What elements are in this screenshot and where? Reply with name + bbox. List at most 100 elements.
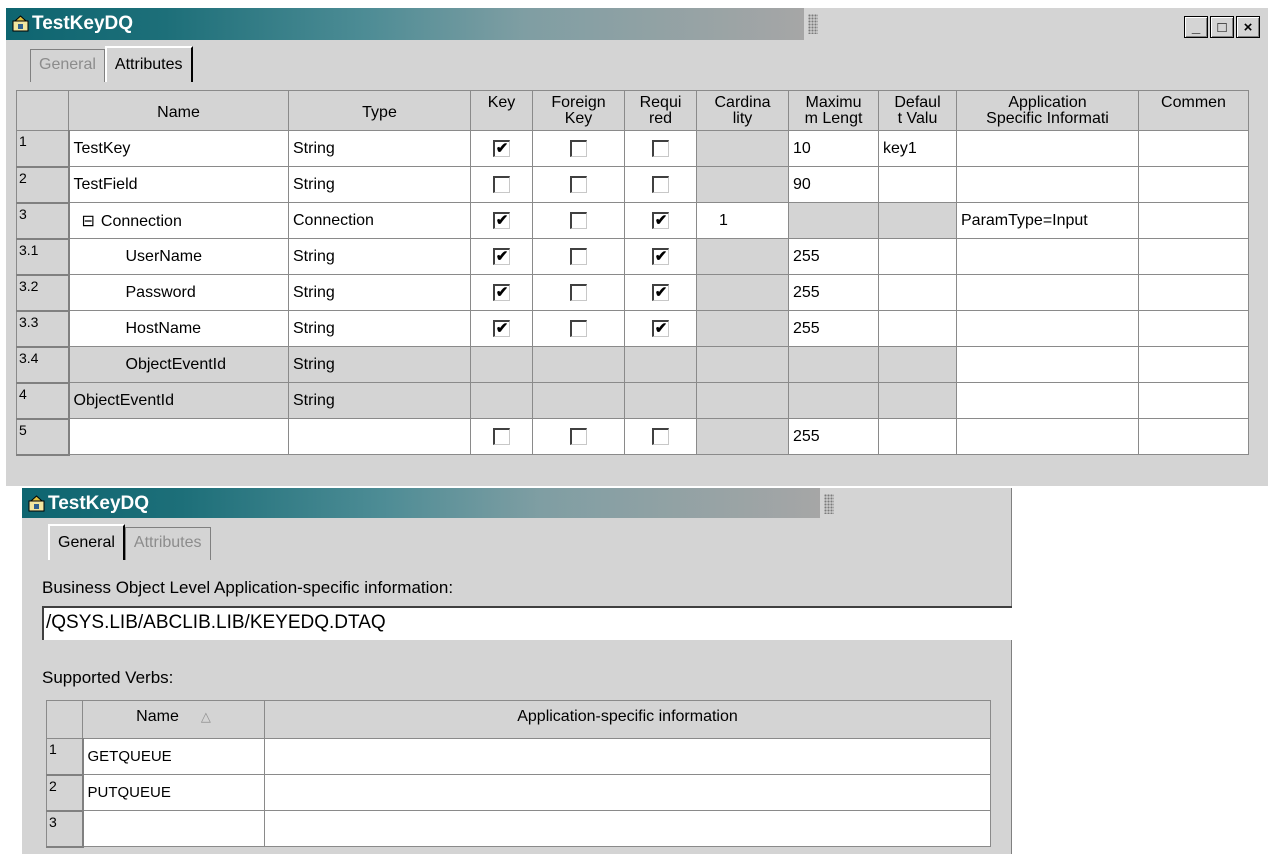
row-number[interactable]: 3 (16, 202, 70, 240)
comment-cell[interactable] (1138, 130, 1249, 167)
max-length-cell[interactable]: 255 (788, 418, 879, 455)
close-button[interactable]: × (1236, 16, 1260, 38)
column-header[interactable]: Key (470, 90, 533, 131)
verb-name-cell[interactable]: GETQUEUE (82, 738, 265, 775)
max-length-cell[interactable]: 255 (788, 238, 879, 275)
attribute-name-cell[interactable] (68, 418, 289, 455)
verb-name-cell[interactable]: PUTQUEUE (82, 774, 265, 811)
attribute-name-cell[interactable]: UserName (68, 238, 289, 275)
column-header[interactable]: Requi red (624, 90, 697, 131)
row-number[interactable]: 2 (46, 774, 84, 812)
comment-cell[interactable] (1138, 310, 1249, 347)
column-header[interactable]: Cardina lity (696, 90, 789, 131)
row-number[interactable]: 3.4 (16, 346, 70, 384)
attribute-name-cell[interactable]: ObjectEventId (68, 382, 289, 419)
minimize-button[interactable]: _ (1184, 16, 1208, 38)
app-info-cell[interactable] (956, 238, 1139, 275)
default-value-cell[interactable] (878, 418, 957, 455)
key-cell[interactable]: ✔ (470, 130, 533, 167)
attribute-type-cell[interactable]: String (288, 130, 471, 167)
foreign-key-checkbox[interactable] (570, 247, 587, 265)
key-cell[interactable]: ✔ (470, 310, 533, 347)
tab-attributes[interactable]: Attributes (124, 527, 211, 560)
maximize-button[interactable]: □ (1210, 16, 1234, 38)
required-checkbox[interactable]: ✔ (652, 247, 669, 265)
app-info-cell[interactable]: ParamType=Input (956, 202, 1139, 239)
max-length-cell[interactable]: 90 (788, 166, 879, 203)
attribute-type-cell[interactable]: String (288, 310, 471, 347)
row-number[interactable]: 5 (16, 418, 70, 456)
comment-cell[interactable] (1138, 166, 1249, 203)
tab-general[interactable]: General (30, 49, 105, 82)
verb-name-cell[interactable] (82, 810, 265, 847)
app-info-cell[interactable] (956, 418, 1139, 455)
column-header[interactable]: Defaul t Valu (878, 90, 957, 131)
required-cell[interactable] (624, 418, 697, 455)
row-number[interactable]: 2 (16, 166, 70, 204)
max-length-cell[interactable]: 10 (788, 130, 879, 167)
comment-cell[interactable] (1138, 382, 1249, 419)
foreign-key-checkbox[interactable] (570, 139, 587, 157)
column-header[interactable]: Application-specific information (264, 700, 991, 739)
required-checkbox[interactable] (652, 139, 669, 157)
column-header[interactable]: Name △ (82, 700, 265, 739)
comment-cell[interactable] (1138, 418, 1249, 455)
default-value-cell[interactable] (878, 166, 957, 203)
row-number[interactable]: 4 (16, 382, 70, 420)
required-checkbox[interactable] (652, 175, 669, 193)
attribute-type-cell[interactable]: String (288, 238, 471, 275)
app-info-cell[interactable] (956, 274, 1139, 311)
app-info-cell[interactable] (956, 130, 1139, 167)
comment-cell[interactable] (1138, 274, 1249, 311)
key-cell[interactable]: ✔ (470, 274, 533, 311)
attribute-type-cell[interactable]: String (288, 166, 471, 203)
foreign-key-cell[interactable] (532, 202, 625, 239)
attribute-type-cell[interactable]: String (288, 382, 471, 419)
tab-general[interactable]: General (48, 524, 125, 560)
title-bar[interactable]: TestKeyDQ (6, 8, 818, 40)
tab-attributes[interactable]: Attributes (104, 46, 193, 82)
attribute-name-cell[interactable]: HostName (68, 310, 289, 347)
default-value-cell[interactable] (878, 238, 957, 275)
max-length-cell[interactable]: 255 (788, 274, 879, 311)
attribute-name-cell[interactable]: ⊟ Connection (68, 202, 289, 239)
key-cell[interactable] (470, 418, 533, 455)
attribute-name-cell[interactable]: TestField (68, 166, 289, 203)
comment-cell[interactable] (1138, 202, 1249, 239)
app-info-cell[interactable] (956, 166, 1139, 203)
key-checkbox[interactable]: ✔ (493, 139, 510, 157)
foreign-key-checkbox[interactable] (570, 283, 587, 301)
foreign-key-checkbox[interactable] (570, 319, 587, 337)
required-checkbox[interactable]: ✔ (652, 319, 669, 337)
required-checkbox[interactable]: ✔ (652, 283, 669, 301)
required-checkbox[interactable]: ✔ (652, 211, 669, 229)
required-cell[interactable] (624, 166, 697, 203)
foreign-key-cell[interactable] (532, 274, 625, 311)
cardinality-cell[interactable]: 1 (696, 202, 789, 239)
comment-cell[interactable] (1138, 238, 1249, 275)
column-header[interactable]: Type (288, 90, 471, 131)
default-value-cell[interactable] (878, 310, 957, 347)
column-header[interactable]: Maximu m Lengt (788, 90, 879, 131)
key-checkbox[interactable]: ✔ (493, 211, 510, 229)
key-cell[interactable] (470, 166, 533, 203)
foreign-key-checkbox[interactable] (570, 211, 587, 229)
row-number[interactable]: 3 (46, 810, 84, 848)
attribute-type-cell[interactable]: String (288, 274, 471, 311)
foreign-key-cell[interactable] (532, 238, 625, 275)
foreign-key-cell[interactable] (532, 310, 625, 347)
required-cell[interactable]: ✔ (624, 202, 697, 239)
foreign-key-cell[interactable] (532, 166, 625, 203)
column-header[interactable]: Name (68, 90, 289, 131)
max-length-cell[interactable]: 255 (788, 310, 879, 347)
row-number[interactable]: 3.2 (16, 274, 70, 312)
foreign-key-cell[interactable] (532, 130, 625, 167)
verb-app-info-cell[interactable] (264, 774, 991, 811)
column-header[interactable]: Application Specific Informati (956, 90, 1139, 131)
verb-app-info-cell[interactable] (264, 810, 991, 847)
grid-corner[interactable] (16, 90, 69, 131)
required-cell[interactable]: ✔ (624, 274, 697, 311)
required-checkbox[interactable] (652, 427, 669, 445)
key-checkbox[interactable]: ✔ (493, 247, 510, 265)
attribute-name-cell[interactable]: ObjectEventId (68, 346, 289, 383)
